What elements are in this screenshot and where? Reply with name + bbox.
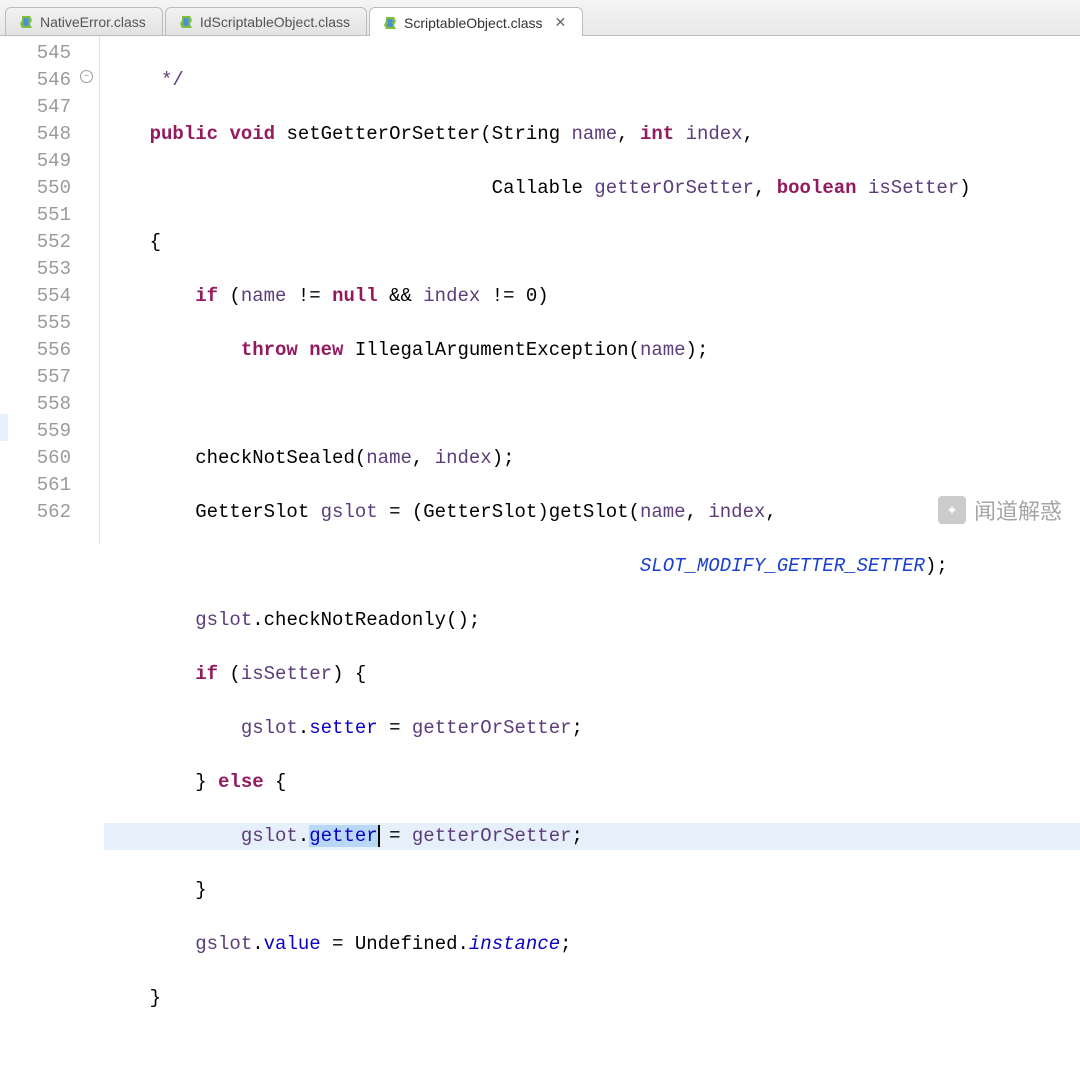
- code-line[interactable]: {: [104, 229, 1080, 256]
- watermark-text: 闻道解惑: [974, 494, 1062, 526]
- line-number: 560: [0, 445, 71, 472]
- line-number: 557: [0, 364, 71, 391]
- line-number: 546–: [0, 67, 71, 94]
- code-line[interactable]: checkNotSealed(name, index);: [104, 445, 1080, 472]
- line-number: 561: [0, 472, 71, 499]
- code-line[interactable]: } else {: [104, 769, 1080, 796]
- text-cursor: [378, 825, 380, 847]
- code-area[interactable]: */ public void setGetterOrSetter(String …: [100, 36, 1080, 544]
- code-line[interactable]: GetterSlot gslot = (GetterSlot)getSlot(n…: [104, 499, 1080, 526]
- line-number: 559: [0, 418, 71, 445]
- code-line[interactable]: gslot.value = Undefined.instance;: [104, 931, 1080, 958]
- line-number: 549: [0, 148, 71, 175]
- tab-idscriptable[interactable]: IdScriptableObject.class: [165, 7, 367, 36]
- tab-label: ScriptableObject.class: [404, 15, 543, 31]
- watermark: ✦ 闻道解惑: [938, 494, 1062, 526]
- tab-label: NativeError.class: [40, 14, 146, 30]
- tab-scriptable-active[interactable]: ScriptableObject.class ✕: [369, 7, 583, 36]
- line-number: 548: [0, 121, 71, 148]
- code-line[interactable]: }: [104, 877, 1080, 904]
- line-number: 552: [0, 229, 71, 256]
- class-file-icon: [178, 14, 194, 30]
- close-icon[interactable]: ✕: [549, 14, 567, 31]
- code-line-highlighted[interactable]: gslot.getter = getterOrSetter;: [104, 823, 1080, 850]
- line-number: 551: [0, 202, 71, 229]
- wechat-icon: ✦: [938, 496, 966, 524]
- line-number: 558: [0, 391, 71, 418]
- code-line[interactable]: Callable getterOrSetter, boolean isSette…: [104, 175, 1080, 202]
- line-number: 555: [0, 310, 71, 337]
- code-line[interactable]: */: [104, 67, 1080, 94]
- code-line[interactable]: if (name != null && index != 0): [104, 283, 1080, 310]
- line-number: 550: [0, 175, 71, 202]
- editor-tab-bar: NativeError.class IdScriptableObject.cla…: [0, 0, 1080, 36]
- selected-text: getter: [309, 825, 377, 847]
- line-number: 553: [0, 256, 71, 283]
- class-file-icon: [18, 14, 34, 30]
- line-number: 556: [0, 337, 71, 364]
- line-number-gutter: 545 546– 547 548 549 550 551 552 553 554…: [0, 36, 100, 544]
- code-line[interactable]: gslot.setter = getterOrSetter;: [104, 715, 1080, 742]
- code-line[interactable]: throw new IllegalArgumentException(name)…: [104, 337, 1080, 364]
- line-number: 554: [0, 283, 71, 310]
- line-number: 562: [0, 499, 71, 526]
- class-file-icon: [382, 15, 398, 31]
- code-line[interactable]: }: [104, 985, 1080, 1012]
- fold-toggle-icon[interactable]: –: [80, 70, 93, 83]
- code-line[interactable]: public void setGetterOrSetter(String nam…: [104, 121, 1080, 148]
- code-line[interactable]: SLOT_MODIFY_GETTER_SETTER);: [104, 553, 1080, 580]
- code-line[interactable]: gslot.checkNotReadonly();: [104, 607, 1080, 634]
- tab-native-error[interactable]: NativeError.class: [5, 7, 163, 36]
- code-line[interactable]: [104, 391, 1080, 418]
- tab-label: IdScriptableObject.class: [200, 14, 350, 30]
- line-number: 545: [0, 40, 71, 67]
- code-line[interactable]: if (isSetter) {: [104, 661, 1080, 688]
- line-number: 547: [0, 94, 71, 121]
- code-editor: 545 546– 547 548 549 550 551 552 553 554…: [0, 36, 1080, 544]
